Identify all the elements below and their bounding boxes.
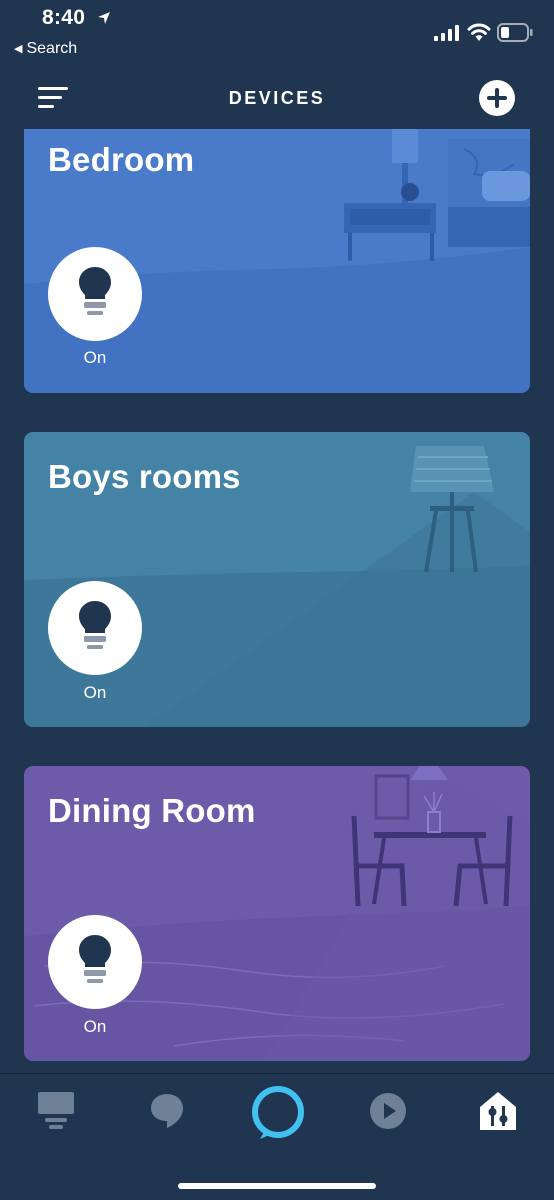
device-group-card-boys-rooms[interactable]: Boys rooms On	[24, 432, 530, 727]
alexa-ring-icon[interactable]	[250, 1084, 306, 1140]
device-group-card-bedroom[interactable]: Bedroom On	[24, 129, 530, 393]
devices-icon[interactable]	[480, 1092, 516, 1130]
device-group-card-dining-room[interactable]: Dining Room On	[24, 766, 530, 1061]
light-bulb-icon	[79, 935, 111, 983]
device-groups-list[interactable]: Bedroom On Boys rooms On Dining Room On	[0, 129, 554, 1073]
status-bar: 8:40 ◀ Search	[0, 0, 554, 70]
back-search-label: Search	[26, 40, 78, 57]
battery-icon	[497, 23, 533, 42]
light-toggle-button[interactable]	[48, 581, 142, 675]
light-toggle-button[interactable]	[48, 915, 142, 1009]
light-state-label: On	[83, 348, 107, 367]
cellular-signal-icon	[434, 25, 459, 41]
chat-bubble-icon[interactable]	[151, 1094, 183, 1128]
page-title: DEVICES	[228, 88, 326, 108]
light-toggle-button[interactable]	[48, 247, 142, 341]
device-group-title: Bedroom	[48, 141, 195, 178]
device-group-title: Boys rooms	[48, 458, 241, 495]
back-to-search-link[interactable]: ◀ Search	[14, 40, 77, 58]
light-state-label: On	[83, 1017, 107, 1036]
app-header: DEVICES	[0, 70, 554, 128]
home-indicator	[178, 1183, 376, 1189]
light-state-label: On	[83, 683, 107, 702]
bottom-tab-bar	[0, 1073, 554, 1200]
add-device-button[interactable]	[479, 80, 515, 116]
back-triangle-icon: ◀	[14, 43, 23, 55]
home-icon[interactable]	[38, 1092, 74, 1130]
wifi-icon	[467, 23, 491, 41]
device-group-title: Dining Room	[48, 792, 256, 829]
light-bulb-icon	[79, 601, 111, 649]
status-time: 8:40	[42, 6, 86, 29]
location-arrow-icon	[98, 12, 110, 24]
play-icon[interactable]	[369, 1092, 407, 1130]
light-bulb-icon	[79, 267, 111, 315]
